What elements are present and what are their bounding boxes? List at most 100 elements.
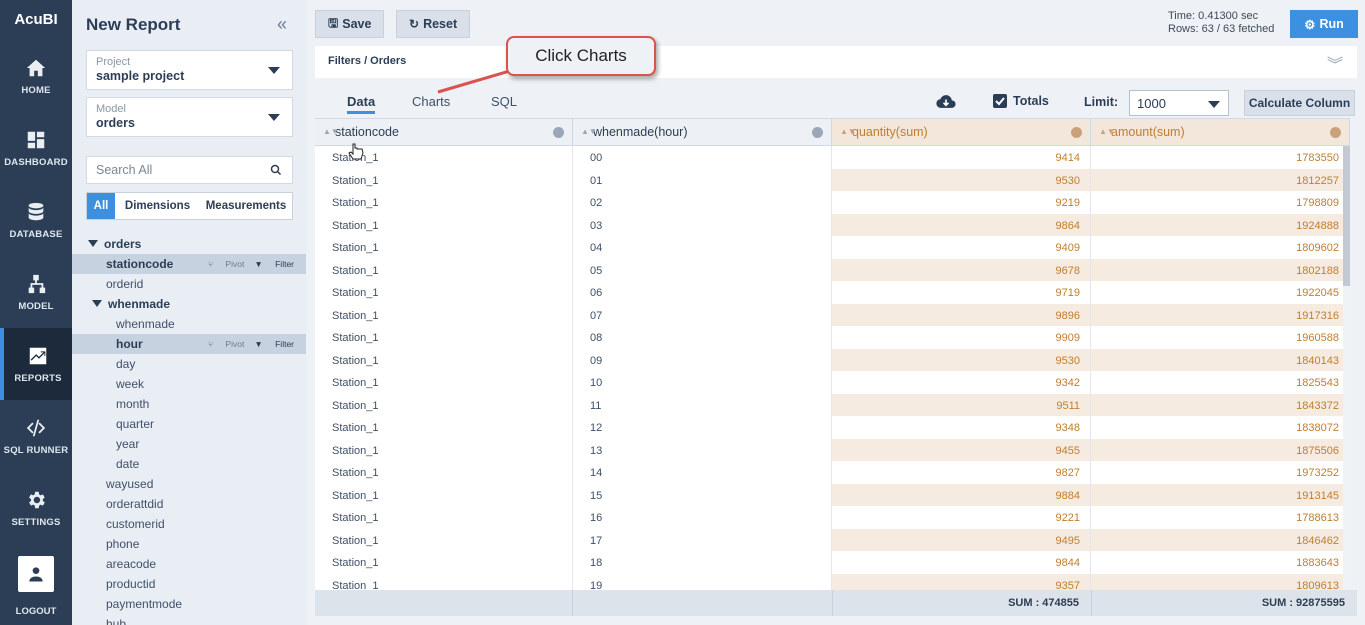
logout-link[interactable]: LOGOUT: [0, 606, 72, 617]
model-select[interactable]: Model orders: [86, 97, 293, 137]
tab-dimensions[interactable]: Dimensions: [115, 193, 200, 219]
tree-item-orderid[interactable]: orderid: [72, 274, 306, 294]
tab-all[interactable]: All: [87, 193, 115, 219]
table-row[interactable]: Station_1 03 9864 1924888: [315, 213, 1350, 236]
model-label: Model: [96, 103, 126, 115]
tab-sql[interactable]: SQL: [491, 94, 517, 109]
table-row[interactable]: Station_1 07 9896 1917316: [315, 303, 1350, 326]
limit-select[interactable]: 1000: [1129, 90, 1229, 116]
reset-button[interactable]: ↻ Reset: [396, 10, 471, 38]
table-row[interactable]: Station_1 10 9342 1825543: [315, 371, 1350, 394]
filter-button[interactable]: ▼ Filter: [254, 259, 294, 269]
sort-icon[interactable]: ▲▼: [1099, 119, 1115, 145]
column-header[interactable]: ▲▼ stationcode: [315, 119, 573, 145]
column-header[interactable]: ▲▼ whenmade(hour): [573, 119, 832, 145]
cell-hour: 14: [573, 461, 832, 484]
tree-item-stationcode[interactable]: stationcode ⑂ Pivot ▼ Filter: [72, 254, 306, 274]
tab-measurements[interactable]: Measurements: [200, 193, 292, 219]
pivot-button[interactable]: ⑂ Pivot: [208, 339, 244, 349]
column-menu-icon[interactable]: [1330, 127, 1341, 138]
tree-item-orderattdid[interactable]: orderattdid: [72, 494, 306, 514]
column-header[interactable]: ▲▼ amount(sum): [1091, 119, 1350, 145]
column-menu-icon[interactable]: [553, 127, 564, 138]
cell-quantity: 9530: [832, 168, 1091, 191]
table-row[interactable]: Station_1 02 9219 1798809: [315, 191, 1350, 214]
table-row[interactable]: Station_1 04 9409 1809602: [315, 236, 1350, 259]
tab-charts[interactable]: Charts: [412, 94, 450, 109]
table-row[interactable]: Station_1 12 9348 1838072: [315, 416, 1350, 439]
nav-database[interactable]: DATABASE: [0, 184, 72, 256]
tree-item-date[interactable]: date: [72, 454, 306, 474]
table-row[interactable]: Station_1 18 9844 1883643: [315, 551, 1350, 574]
search-icon[interactable]: [270, 164, 282, 176]
nav-settings[interactable]: SETTINGS: [0, 472, 72, 544]
nav-sql-runner[interactable]: SQL RUNNER: [0, 400, 72, 472]
tree-label: orderid: [106, 277, 144, 291]
expand-chevron-icon[interactable]: ︾: [1327, 51, 1343, 75]
column-title: whenmade(hour): [593, 125, 688, 139]
table-row[interactable]: Station_1 09 9530 1840143: [315, 348, 1350, 371]
tree-item-week[interactable]: week: [72, 374, 306, 394]
tree-item-hour[interactable]: hour ⑂ Pivot ▼ Filter: [72, 334, 306, 354]
tree-item-customerid[interactable]: customerid: [72, 514, 306, 534]
table-row[interactable]: Station_1 06 9719 1922045: [315, 281, 1350, 304]
tree-item-quarter[interactable]: quarter: [72, 414, 306, 434]
table-row[interactable]: Station_1 05 9678 1802188: [315, 258, 1350, 281]
nav-dashboard[interactable]: DASHBOARD: [0, 112, 72, 184]
table-row[interactable]: Station_1 17 9495 1846462: [315, 528, 1350, 551]
nav-home[interactable]: HOME: [0, 40, 72, 112]
cell-quantity: 9719: [832, 281, 1091, 304]
table-row[interactable]: Station_1 11 9511 1843372: [315, 393, 1350, 416]
table-row[interactable]: Station_1 08 9909 1960588: [315, 326, 1350, 349]
cell-stationcode: Station_1: [315, 236, 573, 259]
column-menu-icon[interactable]: [1071, 127, 1082, 138]
calculate-column-button[interactable]: Calculate Column: [1244, 90, 1355, 116]
tree-item-month[interactable]: month: [72, 394, 306, 414]
collapse-panel-icon[interactable]: «: [277, 14, 287, 35]
tree-item-day[interactable]: day: [72, 354, 306, 374]
tree-item-phone[interactable]: phone: [72, 534, 306, 554]
save-button[interactable]: 🖫 Save: [315, 10, 385, 38]
avatar[interactable]: [18, 556, 54, 592]
tree-item-paymentmode[interactable]: paymentmode: [72, 594, 306, 614]
tree-group-whenmade[interactable]: whenmade: [72, 294, 306, 314]
table-row[interactable]: Station_1 19 9357 1809613: [315, 573, 1350, 590]
checkbox-checked-icon[interactable]: [993, 94, 1007, 108]
table-row[interactable]: Station_10094141783550: [315, 146, 1350, 169]
column-header[interactable]: ▲▼ quantity(sum): [832, 119, 1091, 145]
scrollbar-thumb[interactable]: [1343, 146, 1350, 286]
column-menu-icon[interactable]: [812, 127, 823, 138]
totals-toggle[interactable]: Totals: [993, 94, 1049, 108]
tree-label: customerid: [106, 517, 165, 531]
cell-stationcode: Station_1: [315, 348, 573, 371]
run-button[interactable]: ⚙ Run: [1290, 10, 1358, 38]
tree-item-wayused[interactable]: wayused: [72, 474, 306, 494]
project-select[interactable]: Project sample project: [86, 50, 293, 90]
cell-hour: 06: [573, 281, 832, 304]
nav-model[interactable]: MODEL: [0, 256, 72, 328]
filter-button[interactable]: ▼ Filter: [254, 339, 294, 349]
tree-item-areacode[interactable]: areacode: [72, 554, 306, 574]
download-icon[interactable]: [936, 94, 956, 110]
table-row[interactable]: Station_1 15 9884 1913145: [315, 483, 1350, 506]
cell-hour: 10: [573, 371, 832, 394]
tab-data[interactable]: Data: [347, 94, 376, 114]
brand-logo[interactable]: AcuBI: [0, 0, 72, 40]
sort-icon[interactable]: ▲▼: [581, 119, 597, 145]
search-input[interactable]: [87, 157, 257, 183]
tree-item-hub[interactable]: hub: [72, 614, 306, 625]
nav-reports[interactable]: REPORTS: [0, 328, 72, 400]
tree-item-productid[interactable]: productid: [72, 574, 306, 594]
tree-item-whenmade[interactable]: whenmade: [72, 314, 306, 334]
tree-group-orders[interactable]: orders: [72, 234, 306, 254]
table-row[interactable]: Station_1 01 9530 1812257: [315, 168, 1350, 191]
filter-label: Filter: [275, 339, 294, 349]
tree-item-year[interactable]: year: [72, 434, 306, 454]
sort-icon[interactable]: ▲▼: [323, 119, 339, 145]
vertical-scrollbar[interactable]: [1343, 146, 1350, 590]
table-row[interactable]: Station_1 14 9827 1973252: [315, 461, 1350, 484]
sort-icon[interactable]: ▲▼: [840, 119, 856, 145]
pivot-button[interactable]: ⑂ Pivot: [208, 259, 244, 269]
table-row[interactable]: Station_1 13 9455 1875506: [315, 438, 1350, 461]
table-row[interactable]: Station_1 16 9221 1788613: [315, 506, 1350, 529]
